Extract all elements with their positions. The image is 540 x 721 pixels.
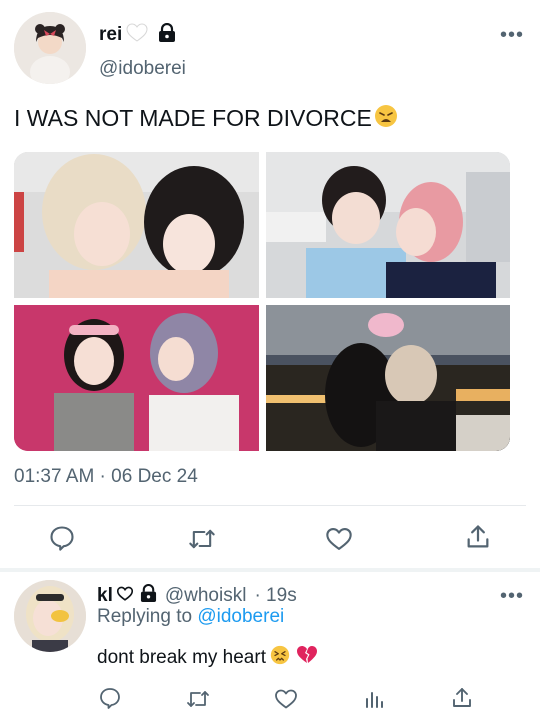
more-options-icon[interactable]: ••• <box>500 24 524 47</box>
section-separator <box>0 568 540 572</box>
tweet-photo-3[interactable] <box>14 305 259 451</box>
lock-icon <box>140 584 157 608</box>
lock-icon <box>158 22 176 48</box>
reply-like-icon[interactable] <box>274 687 298 711</box>
divider <box>14 505 526 506</box>
photo-grid <box>14 152 510 451</box>
reply-reply-icon[interactable] <box>98 686 122 710</box>
reply-more-options-icon[interactable]: ••• <box>500 585 524 608</box>
like-icon[interactable] <box>325 525 353 553</box>
reply-text: dont break my heart <box>97 646 266 668</box>
white-heart-icon <box>126 22 148 48</box>
retweet-icon[interactable] <box>188 525 216 553</box>
tweet-timestamp[interactable]: 01:37 AM · 06 Dec 24 <box>14 466 198 488</box>
tweet-text: I WAS NOT MADE FOR DIVORCE <box>14 105 372 131</box>
reply-author-avatar[interactable] <box>14 580 86 652</box>
replying-to-label: Replying to <box>97 606 193 627</box>
tweet-photo-1[interactable] <box>14 152 259 298</box>
tweet-photo-2[interactable] <box>266 152 510 298</box>
reply-time[interactable]: · 19s <box>254 585 296 607</box>
reply-author-name[interactable]: kl <box>97 585 113 607</box>
reply-retweet-icon[interactable] <box>186 687 210 711</box>
author-handle[interactable]: @idoberei <box>99 58 186 80</box>
author-avatar[interactable] <box>14 12 86 84</box>
replying-to-handle[interactable]: @idoberei <box>197 606 284 627</box>
reply-share-icon[interactable] <box>450 686 474 710</box>
author-name[interactable]: rei <box>99 24 122 46</box>
reply-icon[interactable] <box>48 524 76 552</box>
persevering-face-icon <box>270 645 290 670</box>
share-icon[interactable] <box>464 523 492 551</box>
weary-face-icon <box>374 104 398 133</box>
reply-analytics-icon[interactable] <box>362 687 386 711</box>
outline-heart-icon <box>116 586 133 607</box>
broken-heart-icon <box>296 645 318 670</box>
reply-author-handle[interactable]: @whoiskl <box>165 585 247 607</box>
tweet-photo-4[interactable] <box>266 305 510 451</box>
